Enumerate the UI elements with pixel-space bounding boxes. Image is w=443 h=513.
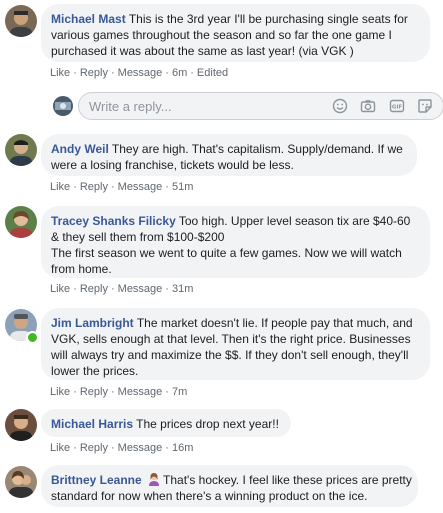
comment-author[interactable]: Michael Mast	[51, 12, 126, 26]
comment-text: This is the 3rd year I'll be purchasing …	[128, 12, 408, 26]
reply-button[interactable]: Reply	[80, 442, 108, 454]
comment-text: standard for now when there's a winning …	[51, 489, 368, 503]
comment-actions: Like · Reply · Message · 51m	[50, 181, 194, 193]
message-button[interactable]: Message	[118, 442, 163, 454]
like-button[interactable]: Like	[50, 181, 70, 193]
comment-actions: Like · Reply · Message · 31m	[50, 283, 194, 295]
reply-button[interactable]: Reply	[80, 181, 108, 193]
comment-bubble: Andy Weil They are high. That's capitali…	[41, 134, 417, 176]
message-button[interactable]: Message	[118, 386, 163, 398]
reply-box: Write a reply... GIF	[48, 92, 443, 120]
comment-text: Too high. Upper level season tix are $40…	[178, 214, 411, 228]
reply-placeholder: Write a reply...	[89, 99, 172, 114]
like-button[interactable]: Like	[50, 67, 70, 79]
sticker-icon[interactable]	[417, 98, 433, 114]
comment-text: various games throughout the season and …	[51, 28, 392, 42]
comment-text: will always try and maximize the $$. If …	[51, 348, 409, 362]
comment-author[interactable]: Tracey Shanks Filicky	[51, 214, 176, 228]
comment-text: & they sell them from $100-$200	[51, 230, 225, 244]
timestamp[interactable]: 7m	[172, 386, 187, 398]
avatar[interactable]	[5, 134, 37, 166]
like-button[interactable]: Like	[50, 386, 70, 398]
reply-button[interactable]: Reply	[80, 283, 108, 295]
message-button[interactable]: Message	[118, 181, 163, 193]
comment-text: That's hockey. I feel like these prices …	[163, 473, 412, 487]
avatar[interactable]	[5, 5, 37, 37]
reply-input[interactable]: Write a reply... GIF	[78, 92, 443, 120]
comment-author[interactable]: Jim Lambright	[51, 316, 134, 330]
emoji-icon[interactable]	[332, 98, 348, 114]
reply-button[interactable]: Reply	[80, 386, 108, 398]
timestamp[interactable]: 51m	[172, 181, 193, 193]
comment-bubble: Brittney Leanne That's hockey. I feel li…	[41, 465, 418, 507]
comment-author[interactable]: Michael Harris	[51, 417, 133, 431]
timestamp[interactable]: 16m	[172, 442, 193, 454]
person-emoji-icon	[147, 472, 161, 486]
like-button[interactable]: Like	[50, 283, 70, 295]
current-user-avatar	[53, 96, 73, 116]
comment-actions: Like · Reply · Message · 16m	[50, 442, 194, 454]
reply-button[interactable]: Reply	[80, 67, 108, 79]
comment-author[interactable]: Andy Weil	[51, 142, 109, 156]
reply-icons: GIF	[324, 98, 433, 116]
camera-icon[interactable]	[360, 98, 376, 114]
timestamp[interactable]: 6m	[172, 67, 187, 79]
comment-text: from home.	[51, 262, 112, 276]
comment-text: The market doesn't lie. If people pay th…	[136, 316, 413, 330]
comment-bubble: Jim Lambright The market doesn't lie. If…	[41, 308, 430, 380]
comment-text: The first season we went to quite a few …	[51, 246, 402, 260]
comment-text: purchased it was about the same as last …	[51, 44, 354, 58]
online-status-dot	[26, 331, 39, 344]
comment-text: VGK, sells enough at that level. Then it…	[51, 332, 411, 346]
comment-bubble: Tracey Shanks Filicky Too high. Upper le…	[41, 206, 430, 278]
comment-text: were a losing franchise, tickets would b…	[51, 158, 294, 172]
edited-label[interactable]: Edited	[197, 67, 228, 79]
comment-bubble: Michael Harris The prices drop next year…	[41, 409, 291, 437]
avatar[interactable]	[5, 466, 37, 498]
message-button[interactable]: Message	[118, 283, 163, 295]
avatar[interactable]	[5, 206, 37, 238]
timestamp[interactable]: 31m	[172, 283, 193, 295]
comment-text: They are high. That's capitalism. Supply…	[111, 142, 403, 156]
comment-bubble: Michael Mast This is the 3rd year I'll b…	[41, 4, 430, 62]
message-button[interactable]: Message	[118, 67, 163, 79]
comment-author[interactable]: Brittney Leanne	[51, 473, 142, 487]
avatar[interactable]	[5, 409, 37, 441]
svg-text:GIF: GIF	[391, 105, 402, 111]
like-button[interactable]: Like	[50, 442, 70, 454]
comment-actions: Like · Reply · Message · 6m · Edited	[50, 67, 229, 79]
comment-text: The prices drop next year!!	[136, 417, 279, 431]
comment-actions: Like · Reply · Message · 7m	[50, 386, 188, 398]
gif-icon[interactable]: GIF	[389, 98, 405, 114]
comment-text: lower the prices.	[51, 364, 139, 378]
